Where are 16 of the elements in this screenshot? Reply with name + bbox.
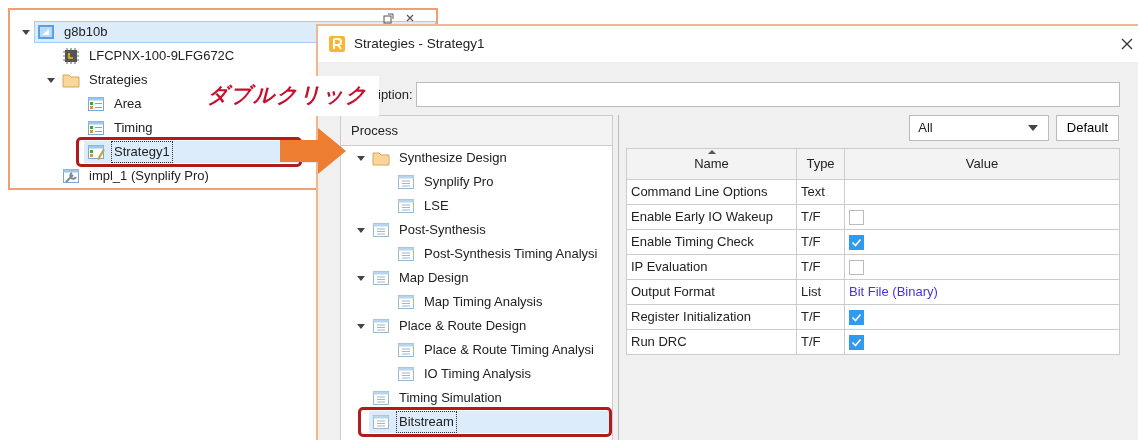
- table-cell: Text: [796, 179, 845, 205]
- table-cell: T/F: [796, 329, 845, 355]
- description-label: iption:: [378, 85, 413, 104]
- table-cell: Register Initialization: [626, 304, 797, 330]
- panel-header: Process: [341, 116, 612, 146]
- table-cell: List: [796, 279, 845, 305]
- table-cell: T/F: [796, 254, 845, 280]
- table-cell: IP Evaluation: [626, 254, 797, 280]
- table-cell: Command Line Options: [626, 179, 797, 205]
- table-cell: Enable Timing Check: [626, 229, 797, 255]
- table-cell: Output Format: [626, 279, 797, 305]
- table-cell: Enable Early IO Wakeup: [626, 204, 797, 230]
- table-cell: T/F: [796, 204, 845, 230]
- table-cell: T/F: [796, 304, 845, 330]
- table-cell: Run DRC: [626, 329, 797, 355]
- table-cell: T/F: [796, 229, 845, 255]
